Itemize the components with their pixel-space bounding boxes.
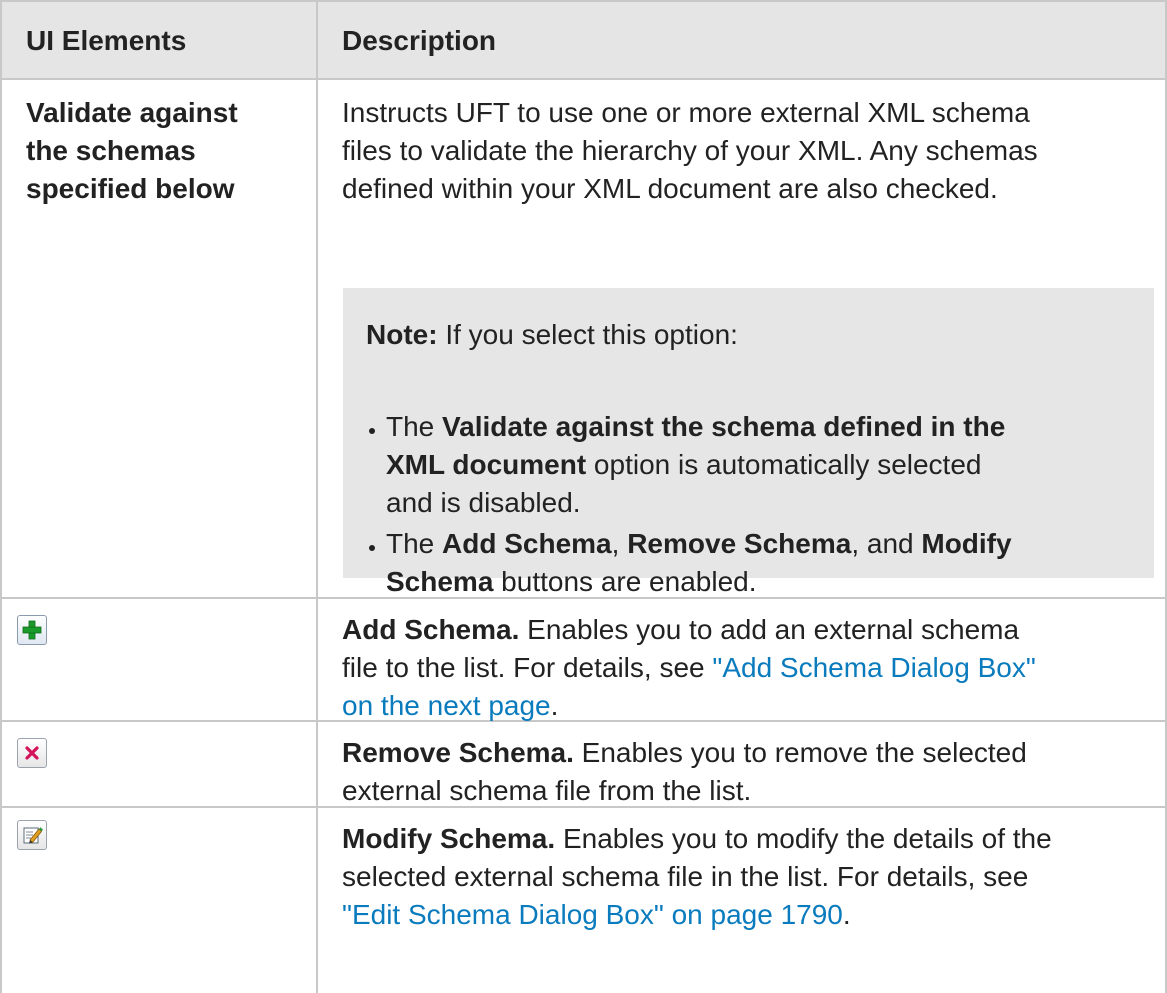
bullet1-bold-a: Validate against the schema defined in t…: [442, 411, 1006, 442]
add-schema-description: Add Schema. Enables you to add an extern…: [342, 611, 1036, 725]
note-bullet-1: The Validate against the schema defined …: [386, 408, 1005, 522]
modify-schema-description: Modify Schema. Enables you to modify the…: [342, 820, 1052, 934]
header-ui-elements: UI Elements: [26, 25, 187, 56]
edit-schema-dialog-link[interactable]: "Edit Schema Dialog Box" on page 1790: [342, 899, 843, 930]
modify-schema-end: .: [842, 899, 851, 930]
remove-schema-title: Remove Schema.: [342, 737, 574, 768]
element-line-3: specified below: [26, 173, 235, 204]
bullet2-bold-b: Remove Schema: [627, 528, 852, 559]
modify-schema-button[interactable]: [17, 820, 47, 850]
add-schema-button[interactable]: [17, 615, 47, 645]
validate-description: Instructs UFT to use one or more externa…: [342, 94, 1038, 208]
bullet-dot-2: [369, 545, 375, 551]
remove-schema-button[interactable]: [17, 738, 47, 768]
modify-schema-title: Modify Schema.: [342, 823, 556, 854]
note-intro: Note: If you select this option:: [366, 316, 738, 354]
bullet1-text-a: The: [386, 411, 443, 442]
element-line-2: the schemas: [26, 135, 196, 166]
desc-line-3: defined within your XML document are als…: [342, 173, 998, 204]
edit-pencil-icon: [23, 827, 43, 844]
bullet2-text-d: buttons are enabled.: [493, 566, 757, 597]
bullet1-text-c: and is disabled.: [386, 487, 581, 518]
bullet2-bold-d: Schema: [386, 566, 494, 597]
modify-schema-text-1: Enables you to modify the details of the: [555, 823, 1052, 854]
desc-line-1: Instructs UFT to use one or more externa…: [342, 97, 1030, 128]
bullet1-text-b: option is automatically selected: [586, 449, 982, 480]
note-box: Note: If you select this option: The Val…: [343, 288, 1154, 597]
table-left-border: [0, 0, 2, 993]
table-header-row: UI Elements Description: [0, 0, 1167, 80]
add-schema-end: .: [550, 690, 559, 721]
bullet2-text-a: The: [386, 528, 443, 559]
remove-red-x-icon: [25, 746, 39, 760]
element-line-1: Validate against: [26, 97, 238, 128]
add-schema-dialog-link[interactable]: "Add Schema Dialog Box": [712, 652, 1035, 683]
next-page-link[interactable]: on the next page: [342, 690, 551, 721]
modify-schema-text-2: selected external schema file in the lis…: [342, 861, 1029, 892]
remove-schema-text-2: external schema file from the list.: [342, 775, 752, 806]
bullet2-text-b: ,: [611, 528, 628, 559]
add-green-plus-icon: [22, 620, 42, 640]
table-row-add-schema: Add Schema. Enables you to add an extern…: [0, 599, 1167, 722]
remove-schema-description: Remove Schema. Enables you to remove the…: [342, 734, 1027, 810]
bullet2-bold-c: Modify: [921, 528, 1012, 559]
header-description: Description: [342, 25, 497, 56]
bullet1-bold-b: XML document: [386, 449, 587, 480]
add-schema-text-1: Enables you to add an external schema: [519, 614, 1020, 645]
bullet-dot-1: [369, 428, 375, 434]
add-schema-text-2: file to the list. For details, see: [342, 652, 713, 683]
note-bullet-2: The Add Schema, Remove Schema, and Modif…: [386, 525, 1012, 601]
note-intro-text: If you select this option:: [437, 319, 738, 350]
table-row-modify-schema: Modify Schema. Enables you to modify the…: [0, 808, 1167, 993]
column-divider: [316, 0, 318, 993]
desc-line-2: files to validate the hierarchy of your …: [342, 135, 1038, 166]
table-row-remove-schema: Remove Schema. Enables you to remove the…: [0, 722, 1167, 808]
note-label: Note:: [366, 319, 438, 350]
add-schema-title: Add Schema.: [342, 614, 520, 645]
bullet2-bold-a: Add Schema: [442, 528, 612, 559]
element-validate-schemas: Validate against the schemas specified b…: [26, 94, 238, 208]
remove-schema-text-1: Enables you to remove the selected: [573, 737, 1027, 768]
bullet2-text-c: , and: [851, 528, 922, 559]
